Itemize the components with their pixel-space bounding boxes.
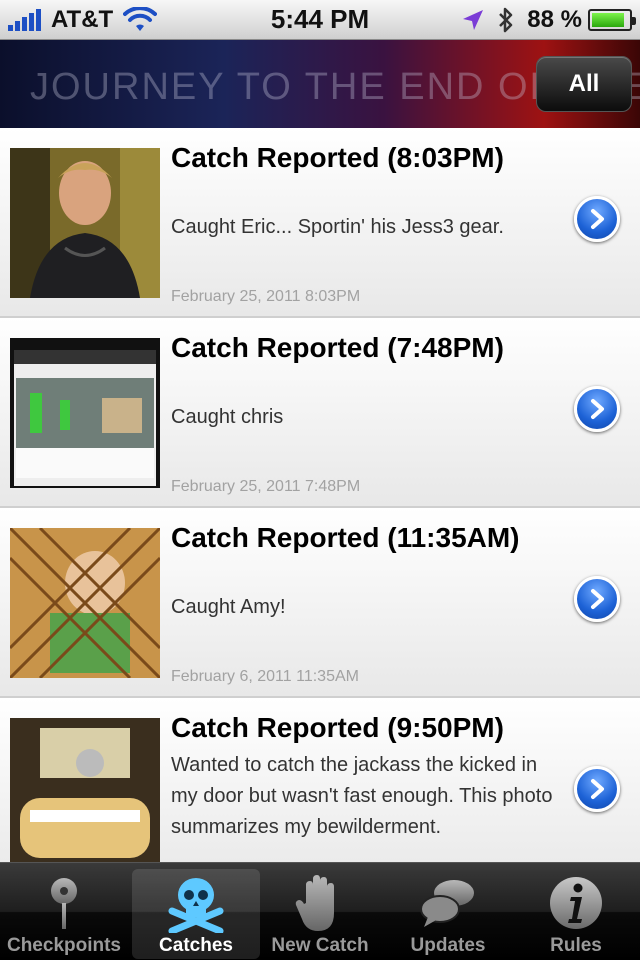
tab-new-catch[interactable]: New Catch — [256, 869, 384, 959]
tab-catches[interactable]: Catches — [132, 869, 260, 959]
status-bar: AT&T 5:44 PM 88 % — [0, 0, 640, 40]
catch-description: Caught Amy! — [171, 596, 286, 618]
skull-crossbones-icon — [168, 878, 224, 933]
battery-icon — [588, 9, 636, 31]
detail-disclosure-button[interactable] — [574, 386, 620, 432]
tab-label: Updates — [410, 935, 486, 956]
catch-title: Catch Reported (8:03PM) — [171, 142, 504, 173]
catch-date: February 25, 2011 8:03PM — [171, 288, 361, 305]
catch-description: Caught Eric... Sportin' his Jess3 gear. — [171, 216, 504, 238]
hand-icon — [295, 875, 334, 931]
catch-description: Caught chris — [171, 406, 284, 428]
speech-bubbles-icon — [420, 880, 474, 927]
catch-date: February 25, 2011 7:48PM — [171, 478, 361, 495]
tab-rules[interactable]: Rules — [512, 869, 640, 959]
catch-photo — [10, 718, 160, 862]
battery-percent: 88 % — [527, 6, 582, 33]
bluetooth-icon — [499, 7, 513, 33]
chevron-right-icon — [591, 399, 604, 419]
tab-label: Rules — [550, 935, 602, 956]
catch-title: Catch Reported (9:50PM) — [171, 712, 504, 743]
header-banner: JOURNEY TO THE END OF THE N All — [0, 40, 640, 128]
chevron-right-icon — [591, 589, 604, 609]
catch-description: Wanted to catch the jackass the kicked i… — [171, 754, 553, 838]
tab-bar: Checkpoints Catches New Catch Updates Ru… — [0, 862, 640, 960]
info-icon — [550, 877, 602, 929]
catch-photo — [10, 148, 160, 298]
chevron-right-icon — [591, 209, 604, 229]
status-right: 88 % — [461, 6, 636, 34]
catch-row[interactable]: Catch Reported (11:35AM) Caught Amy! Feb… — [0, 508, 640, 698]
tab-label: Checkpoints — [6, 935, 122, 956]
detail-disclosure-button[interactable] — [574, 766, 620, 812]
chevron-right-icon — [591, 779, 604, 799]
catch-row[interactable]: Catch Reported (9:50PM) Wanted to catch … — [0, 698, 640, 862]
tab-checkpoints[interactable]: Checkpoints — [0, 869, 128, 959]
catch-photo — [10, 528, 160, 678]
detail-disclosure-button[interactable] — [574, 196, 620, 242]
catch-title: Catch Reported (11:35AM) — [171, 522, 520, 553]
location-arrow-icon — [463, 10, 484, 30]
catch-date: February 6, 2011 11:35AM — [171, 668, 359, 685]
battery-fill — [592, 13, 624, 27]
catch-row[interactable]: Catch Reported (7:48PM) Caught chris Feb… — [0, 318, 640, 508]
catches-list[interactable]: Catch Reported (8:03PM) Caught Eric... S… — [0, 128, 640, 862]
detail-disclosure-button[interactable] — [574, 576, 620, 622]
catch-title: Catch Reported (7:48PM) — [171, 332, 504, 363]
catch-row[interactable]: Catch Reported (8:03PM) Caught Eric... S… — [0, 128, 640, 318]
tab-updates[interactable]: Updates — [384, 869, 512, 959]
catch-photo — [10, 338, 160, 488]
tab-label: Catches — [159, 935, 233, 956]
all-filter-button[interactable]: All — [536, 56, 632, 112]
map-pin-icon — [51, 878, 77, 929]
tab-label: New Catch — [271, 935, 369, 956]
